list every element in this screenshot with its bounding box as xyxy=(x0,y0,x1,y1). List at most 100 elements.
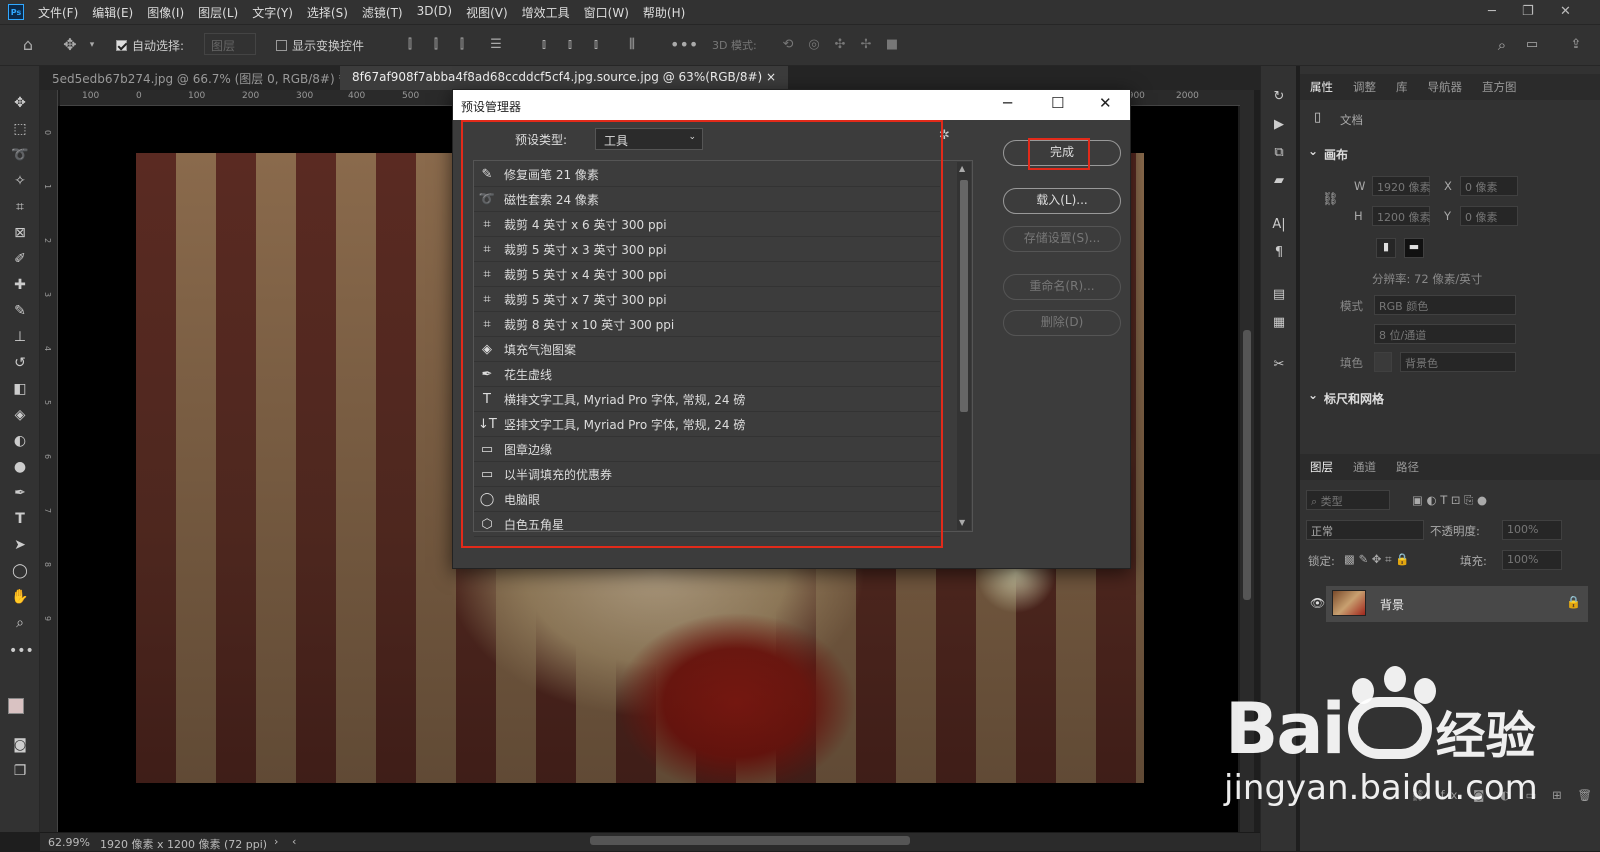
move-tool-icon[interactable]: ✥ xyxy=(62,37,78,53)
landscape-icon[interactable]: ▬ xyxy=(1404,238,1424,258)
menu-item[interactable]: 视图(V) xyxy=(466,4,508,21)
preset-list-item[interactable]: ▭ 以半调填充的优惠券 xyxy=(474,463,940,487)
blend-mode-dropdown[interactable]: 正常 xyxy=(1306,520,1424,540)
tab-layers[interactable]: 图层 xyxy=(1300,459,1343,475)
eraser-icon[interactable]: ◧ xyxy=(9,378,31,400)
menu-item[interactable]: 图层(L) xyxy=(198,4,238,21)
align-middle-icon[interactable]: ⫾ xyxy=(562,37,578,53)
menu-item[interactable]: 滤镜(T) xyxy=(362,4,403,21)
dialog-close-icon[interactable]: ✕ xyxy=(1099,94,1112,112)
preset-list-item[interactable]: T 横排文字工具, Myriad Pro 字体, 常规, 24 磅 xyxy=(474,388,940,412)
doc-tab[interactable]: 5ed5edb67b274.jpg @ 66.7% (图层 0, RGB/8#)… xyxy=(40,66,370,90)
menu-item[interactable]: 3D(D) xyxy=(417,4,452,21)
close-icon[interactable]: ✕ xyxy=(1560,4,1571,19)
zoom-tool-icon[interactable]: ⌕ xyxy=(9,612,31,634)
scroll-left-icon[interactable]: ‹ xyxy=(292,835,296,848)
filter-icons[interactable]: ▣ ◐ T ⊡ ⎘ ● xyxy=(1412,493,1487,508)
preset-list-item[interactable]: ⌗ 裁剪 4 英寸 x 6 英寸 300 ppi xyxy=(474,213,940,237)
preset-list-item[interactable]: ⌗ 裁剪 5 英寸 x 4 英寸 300 ppi xyxy=(474,263,940,287)
align-left-icon[interactable]: ⫿ xyxy=(402,37,418,53)
height-field[interactable]: 1200 像素 xyxy=(1372,206,1431,226)
dodge-tool-icon[interactable]: ● xyxy=(9,456,31,478)
character-icon[interactable]: A| xyxy=(1270,216,1288,234)
distribute-v-icon[interactable]: ⫼ xyxy=(624,37,640,53)
healing-brush-icon[interactable]: ✚ xyxy=(9,274,31,296)
preset-list-item[interactable]: ◯ 电脑眼 xyxy=(474,488,940,512)
list-scroll-thumb[interactable] xyxy=(960,180,968,412)
distribute-icon[interactable]: ☰ xyxy=(488,37,504,53)
brush-tool-icon[interactable]: ✎ xyxy=(9,300,31,322)
preset-list-item[interactable]: ⌗ 裁剪 8 英寸 x 10 英寸 300 ppi xyxy=(474,313,940,337)
dialog-minimize-icon[interactable]: ─ xyxy=(1003,94,1012,112)
auto-select-checkbox[interactable]: 自动选择: xyxy=(116,37,184,54)
history-icon[interactable]: ↻ xyxy=(1270,88,1288,106)
align-top-icon[interactable]: ⫾ xyxy=(536,37,552,53)
lock-icon[interactable]: 🔒 xyxy=(1566,595,1581,609)
opacity-field[interactable]: 100% xyxy=(1502,520,1562,540)
save-settings-button[interactable]: 存储设置(S)... xyxy=(1003,226,1121,252)
preset-list-item[interactable]: ⬡ 白色五角星 xyxy=(474,513,940,537)
more-icon[interactable]: ••• xyxy=(670,37,698,53)
ellipse-tool-icon[interactable]: ◯ xyxy=(9,560,31,582)
chevron-down-icon[interactable]: ▾ xyxy=(84,37,100,53)
menu-item[interactable]: 图像(I) xyxy=(147,4,184,21)
path-select-icon[interactable]: ➤ xyxy=(9,534,31,556)
tab-close-icon[interactable]: × xyxy=(766,70,776,84)
scroll-down-icon[interactable]: ▼ xyxy=(959,518,965,527)
preset-list-item[interactable]: ⌗ 裁剪 5 英寸 x 7 英寸 300 ppi xyxy=(474,288,940,312)
restore-icon[interactable]: ❐ xyxy=(1522,4,1534,19)
actions-play-icon[interactable]: ▶ xyxy=(1270,116,1288,134)
quick-mask-icon[interactable]: ◙ xyxy=(9,734,31,756)
paragraph-icon[interactable]: ¶ xyxy=(1270,244,1288,262)
screen-mode-icon[interactable]: ❐ xyxy=(9,760,31,782)
tool-presets-icon[interactable]: ✂ xyxy=(1270,356,1288,374)
menu-item[interactable]: 文字(Y) xyxy=(252,4,293,21)
preset-list-item[interactable]: ✒ 花生虚线 xyxy=(474,363,940,387)
menu-item[interactable]: 帮助(H) xyxy=(643,4,685,21)
preset-list-item[interactable]: ▭ 图章边缘 xyxy=(474,438,940,462)
layer-name[interactable]: 背景 xyxy=(1380,596,1404,613)
more-tools-icon[interactable]: ••• xyxy=(9,640,34,662)
menu-item[interactable]: 增效工具 xyxy=(522,4,570,21)
move-tool-icon[interactable]: ✥ xyxy=(9,92,31,114)
auto-select-dropdown[interactable]: 图层 xyxy=(204,33,256,55)
depth-dropdown[interactable]: 8 位/通道 xyxy=(1374,324,1516,344)
menu-item[interactable]: 选择(S) xyxy=(307,4,348,21)
libraries-icon[interactable]: ▤ xyxy=(1270,286,1288,304)
tab-libraries[interactable]: 库 xyxy=(1386,79,1418,95)
scroll-up-icon[interactable]: ▲ xyxy=(959,164,965,173)
align-right-icon[interactable]: ⫿ xyxy=(454,37,470,53)
orbit-3d-icon[interactable]: ⟲ xyxy=(780,37,796,53)
delete-button[interactable]: 删除(D) xyxy=(1003,310,1121,336)
lasso-tool-icon[interactable]: ➰ xyxy=(9,144,31,166)
preset-list-item[interactable]: ↓T 竖排文字工具, Myriad Pro 字体, 常规, 24 磅 xyxy=(474,413,940,437)
horizontal-scroll-thumb[interactable] xyxy=(590,836,910,845)
slide-3d-icon[interactable]: ✢ xyxy=(858,37,874,53)
pen-tool-icon[interactable]: ✒ xyxy=(9,482,31,504)
doc-tab-active[interactable]: 8f67af908f7abba4f8ad68ccddcf5cf4.jpg.sou… xyxy=(340,66,789,90)
tab-adjustments[interactable]: 调整 xyxy=(1343,79,1386,95)
vertical-scroll-thumb[interactable] xyxy=(1243,330,1251,600)
stamp-tool-icon[interactable]: ⊥ xyxy=(9,326,31,348)
tab-channels[interactable]: 通道 xyxy=(1343,459,1386,475)
layer-row[interactable]: 👁 背景 🔒 xyxy=(1310,586,1588,622)
menu-item[interactable]: 编辑(E) xyxy=(92,4,133,21)
portrait-icon[interactable]: ▮ xyxy=(1376,238,1396,258)
menu-item[interactable]: 窗口(W) xyxy=(584,4,629,21)
eyedropper-icon[interactable]: ✐ xyxy=(9,248,31,270)
frame-tool-icon[interactable]: ⊠ xyxy=(9,222,31,244)
paint-bucket-icon[interactable]: ◈ xyxy=(9,404,31,426)
status-chevron-icon[interactable]: › xyxy=(274,835,278,848)
link-icon[interactable]: ⛓ xyxy=(1322,192,1339,207)
crop-tool-icon[interactable]: ⌗ xyxy=(9,196,31,218)
fill-swatch[interactable] xyxy=(1374,352,1392,372)
plugins-icon[interactable]: ⧉ xyxy=(1270,144,1288,162)
tab-paths[interactable]: 路径 xyxy=(1386,459,1429,475)
workspace-icon[interactable]: ▭ xyxy=(1524,37,1540,53)
fill-dropdown[interactable]: 背景色 xyxy=(1400,352,1516,372)
roll-3d-icon[interactable]: ◎ xyxy=(806,37,822,53)
load-button[interactable]: 载入(L)... xyxy=(1003,188,1121,214)
layer-filter-dropdown[interactable]: ⌕ 类型 xyxy=(1306,490,1390,510)
foreground-color-swatch[interactable] xyxy=(8,698,24,714)
camera-3d-icon[interactable]: ■ xyxy=(884,37,900,53)
